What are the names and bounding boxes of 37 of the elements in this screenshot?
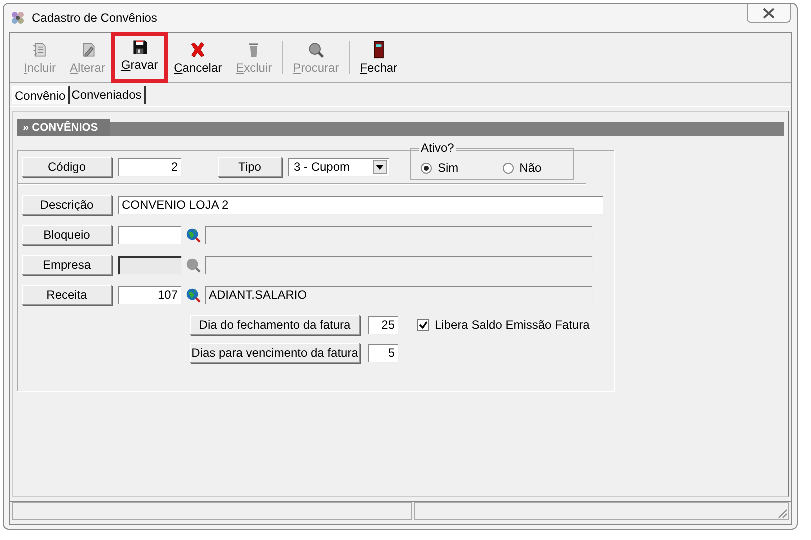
day-field[interactable]: 5 (368, 344, 399, 362)
close-icon (763, 8, 775, 18)
day-field[interactable]: 25 (368, 316, 399, 334)
globe-search-icon[interactable] (185, 256, 202, 274)
checkbox[interactable]: Libera Saldo Emissão Fatura (417, 318, 590, 332)
resize-grip-icon[interactable] (776, 507, 788, 519)
description-field[interactable]: CONVENIO LOJA 2 (118, 196, 604, 214)
globe-search-icon[interactable] (185, 286, 202, 304)
type-dropdown[interactable]: 3 - Cupom (288, 158, 390, 176)
close-button[interactable] (747, 4, 791, 23)
name-field: ADIANT.SALARIO (205, 286, 593, 304)
toolbar-button[interactable]: Gravar (113, 34, 166, 81)
code-field[interactable] (118, 226, 182, 244)
field-label[interactable]: Bloqueio (22, 225, 112, 245)
window-title: Cadastro de Convênios (32, 11, 158, 25)
field-label[interactable]: Receita (22, 285, 112, 305)
check-icon (418, 320, 428, 330)
flower-icon (10, 10, 26, 26)
tab[interactable]: Convênio (12, 86, 70, 104)
tab[interactable]: Conveniados (70, 86, 146, 104)
field-label[interactable]: Código (22, 157, 112, 177)
caret-icon (376, 164, 384, 170)
field-label[interactable]: Dias para vencimento da fatura (190, 343, 360, 363)
toolbar-button[interactable]: Cancelar (168, 36, 228, 78)
globe-search-icon[interactable] (185, 226, 202, 244)
radio-option[interactable]: Sim (421, 161, 459, 175)
radio-option[interactable]: Não (502, 161, 542, 175)
field-label[interactable]: Tipo (218, 157, 282, 177)
search-icon (307, 40, 326, 58)
field-label[interactable]: Descrição (22, 195, 112, 215)
cross-icon (189, 40, 208, 58)
section-title: » CONVÊNIOS (17, 118, 110, 136)
toolbar-button[interactable]: Fechar (354, 36, 404, 78)
field-label[interactable]: Dia do fechamento da fatura (190, 315, 360, 335)
code-field[interactable]: 2 (118, 158, 182, 176)
code-field[interactable]: 107 (118, 286, 182, 304)
group-legend: Ativo? (419, 141, 456, 155)
